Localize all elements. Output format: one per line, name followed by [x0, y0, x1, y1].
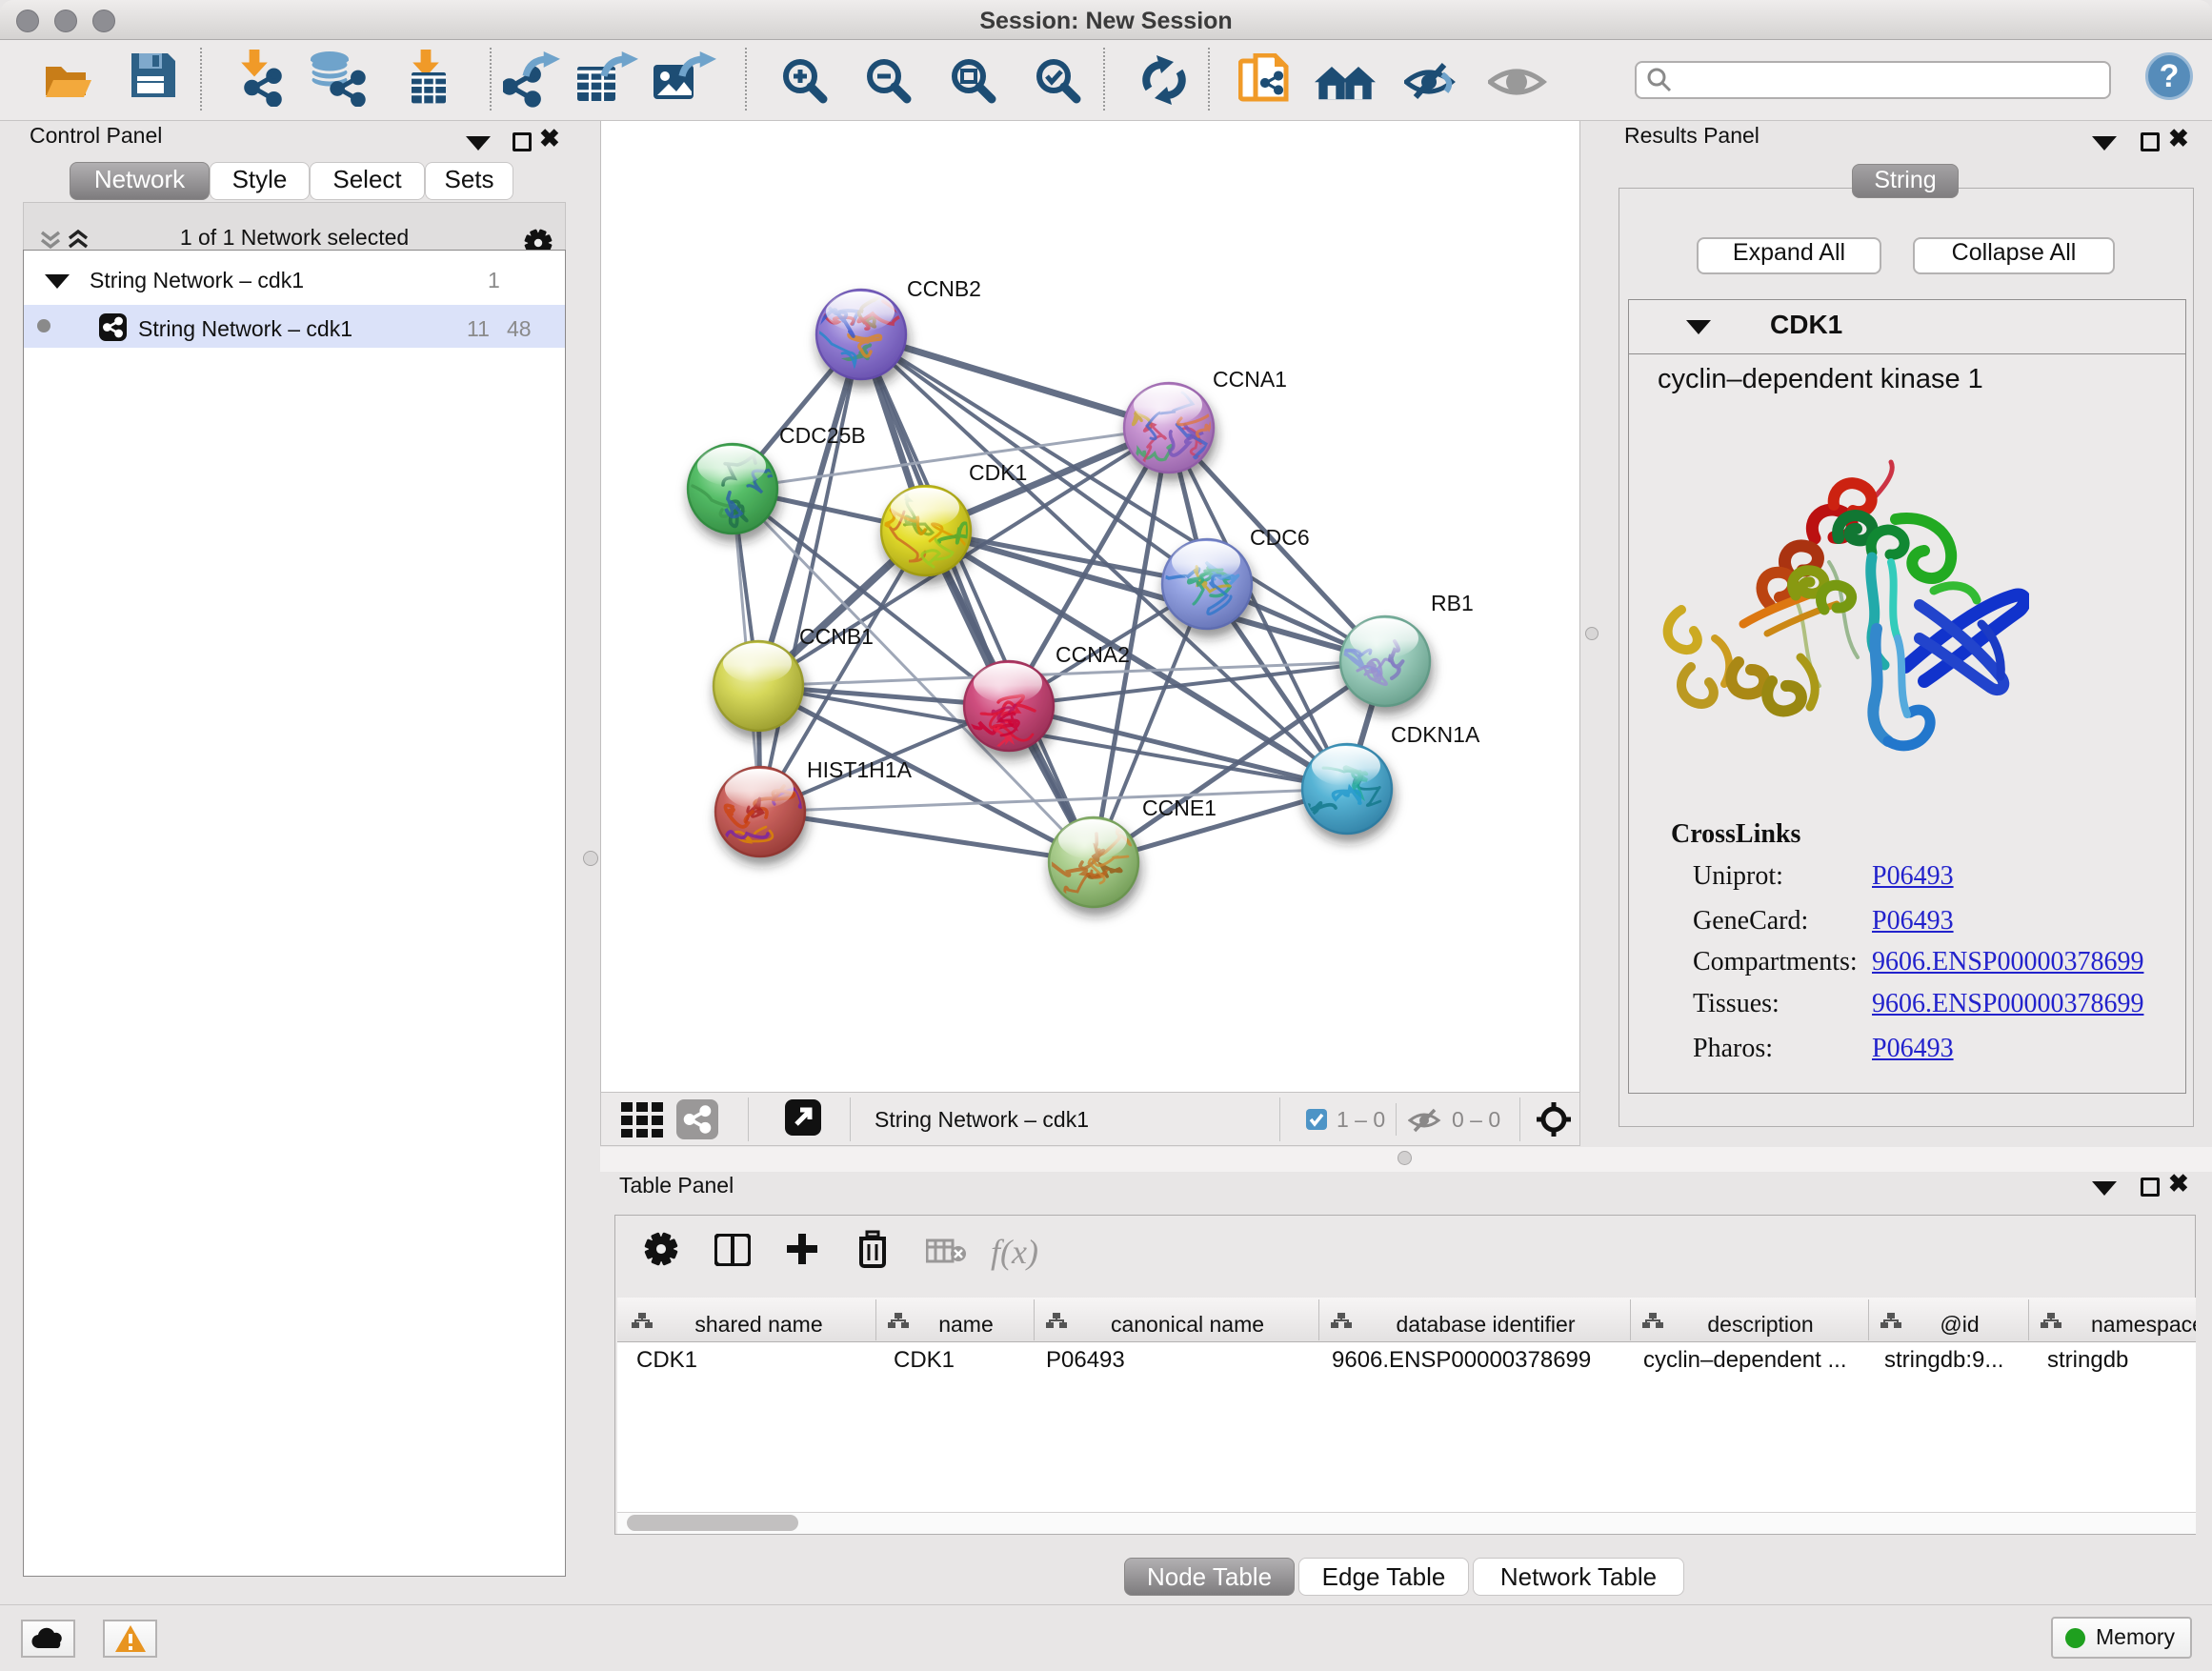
svg-text:CCNA2: CCNA2 — [1056, 642, 1130, 667]
svg-text:CDK1: CDK1 — [969, 460, 1027, 485]
svg-text:CDC6: CDC6 — [1250, 525, 1310, 550]
svg-text:RB1: RB1 — [1431, 591, 1474, 615]
svg-text:CDKN1A: CDKN1A — [1391, 722, 1480, 747]
svg-text:CDC25B: CDC25B — [779, 423, 866, 448]
svg-text:CCNA1: CCNA1 — [1213, 367, 1287, 392]
svg-text:HIST1H1A: HIST1H1A — [807, 757, 913, 782]
svg-text:CCNB1: CCNB1 — [799, 624, 874, 649]
svg-text:CCNB2: CCNB2 — [907, 276, 981, 301]
svg-text:CCNE1: CCNE1 — [1142, 795, 1217, 820]
